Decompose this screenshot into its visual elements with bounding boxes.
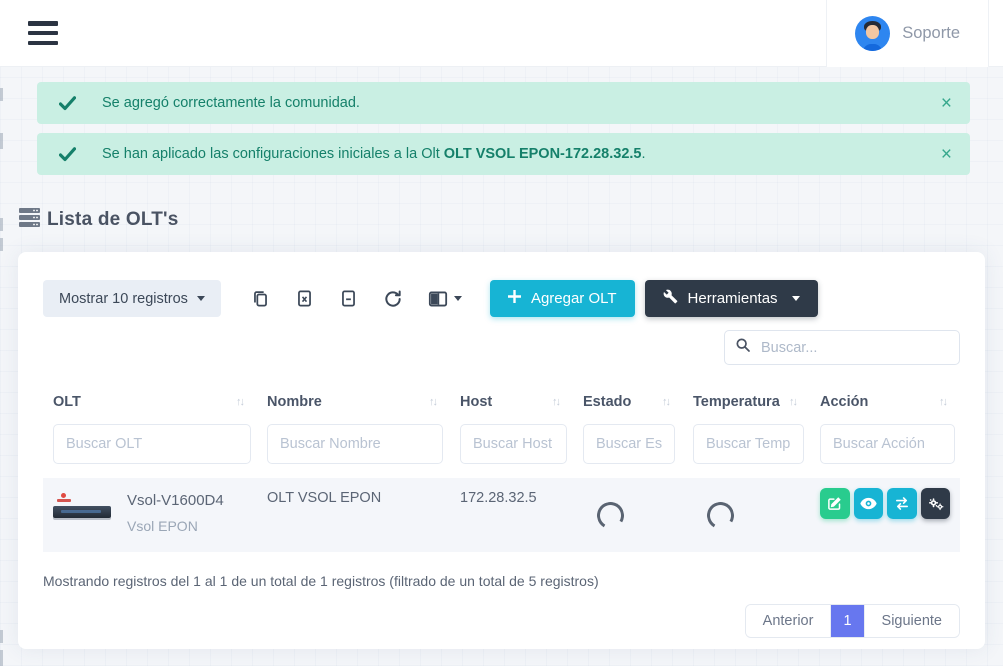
sort-icon: ↑↓: [939, 396, 950, 408]
table-toolbar: Mostrar 10 registros: [43, 280, 960, 317]
olt-table: OLT↑↓ Nombre↑↓ Host↑↓ Estado↑↓ Temperatu…: [43, 386, 960, 552]
sync-button[interactable]: [887, 488, 917, 519]
alert-community-added: Se agregó correctamente la comunidad. ×: [37, 82, 970, 124]
edit-button[interactable]: [820, 488, 850, 519]
avatar: [855, 16, 890, 51]
close-icon[interactable]: ×: [941, 94, 952, 113]
user-menu[interactable]: Soporte: [826, 0, 989, 67]
wrench-icon: [663, 289, 678, 308]
server-stack-icon: [19, 208, 40, 232]
sort-icon: ↑↓: [236, 396, 247, 408]
excel-export-icon[interactable]: [289, 283, 320, 314]
column-header-olt[interactable]: OLT↑↓: [43, 386, 257, 422]
column-header-estado[interactable]: Estado↑↓: [573, 386, 683, 422]
search-input[interactable]: [761, 340, 949, 356]
column-header-temperatura[interactable]: Temperatura↑↓: [683, 386, 810, 422]
search-row: [43, 330, 960, 365]
show-entries-dropdown[interactable]: Mostrar 10 registros: [43, 280, 221, 317]
filter-estado-input[interactable]: [583, 424, 675, 464]
olt-model: Vsol-V1600D4: [127, 490, 224, 509]
pagination-page-1[interactable]: 1: [830, 605, 863, 637]
cell-estado: [573, 478, 683, 552]
column-header-accion[interactable]: Acción↑↓: [810, 386, 960, 422]
settings-gears-icon: [927, 496, 944, 511]
caret-down-icon: [197, 296, 205, 301]
olt-type: Vsol EPON: [127, 518, 224, 534]
caret-down-icon: [792, 296, 800, 301]
sort-icon: ↑↓: [789, 396, 800, 408]
table-row: Vsol-V1600D4 Vsol EPON OLT VSOL EPON 172…: [43, 478, 960, 552]
pagination-next[interactable]: Siguiente: [864, 605, 959, 637]
view-button[interactable]: [854, 488, 884, 519]
olt-device-image: [53, 490, 111, 532]
filter-temperatura-input[interactable]: [693, 424, 804, 464]
alert-message: Se agregó correctamente la comunidad.: [102, 95, 360, 111]
tools-dropdown-button[interactable]: Herramientas: [645, 280, 818, 317]
exchange-arrows-icon: [894, 497, 910, 510]
sort-icon: ↑↓: [429, 396, 440, 408]
sort-icon: ↑↓: [662, 396, 673, 408]
check-icon: [59, 96, 76, 111]
page-title: Lista de OLT's: [47, 209, 179, 231]
cell-nombre: OLT VSOL EPON: [257, 478, 450, 552]
refresh-icon[interactable]: [377, 283, 409, 315]
alerts-container: Se agregó correctamente la comunidad. × …: [37, 82, 970, 175]
background-artifact: [0, 88, 3, 101]
pagination-previous[interactable]: Anterior: [746, 605, 831, 637]
background-artifact: [0, 133, 3, 149]
filter-olt-input[interactable]: [53, 424, 251, 464]
alert-message: Se han aplicado las configuraciones inic…: [102, 146, 646, 162]
pagination: Anterior 1 Siguiente: [745, 604, 960, 638]
table-header-row: OLT↑↓ Nombre↑↓ Host↑↓ Estado↑↓ Temperatu…: [43, 386, 960, 422]
search-box: [724, 330, 960, 365]
page-header: Lista de OLT's: [19, 208, 985, 232]
copy-icon[interactable]: [245, 283, 276, 314]
columns-visibility-icon[interactable]: [422, 284, 468, 314]
background-artifact: [0, 630, 3, 643]
column-header-host[interactable]: Host↑↓: [450, 386, 573, 422]
records-summary: Mostrando registros del 1 al 1 de un tot…: [43, 573, 960, 589]
cell-temperatura: [683, 478, 810, 552]
table-filter-row: [43, 422, 960, 478]
add-olt-button[interactable]: Agregar OLT: [490, 280, 635, 317]
user-name: Soporte: [902, 24, 960, 43]
background-artifact: [0, 238, 3, 251]
olt-list-card: Mostrar 10 registros: [18, 252, 985, 649]
plus-icon: [508, 290, 521, 307]
top-navbar: Soporte: [0, 0, 1003, 67]
background-artifact: [0, 218, 3, 231]
hamburger-menu-icon[interactable]: [28, 21, 58, 45]
column-header-nombre[interactable]: Nombre↑↓: [257, 386, 450, 422]
loading-spinner: [704, 499, 737, 532]
search-icon: [735, 337, 751, 358]
filter-nombre-input[interactable]: [267, 424, 443, 464]
sort-icon: ↑↓: [552, 396, 563, 408]
alert-initial-config: Se han aplicado las configuraciones inic…: [37, 133, 970, 175]
cell-host: 172.28.32.5: [450, 478, 573, 552]
loading-spinner: [594, 499, 627, 532]
filter-host-input[interactable]: [460, 424, 567, 464]
table-footer: Mostrando registros del 1 al 1 de un tot…: [43, 573, 960, 638]
filter-accion-input[interactable]: [820, 424, 955, 464]
cell-accion: [810, 478, 960, 552]
configure-button[interactable]: [921, 488, 951, 519]
background-artifact: [0, 650, 3, 666]
file-export-icon[interactable]: [333, 283, 364, 314]
check-icon: [59, 147, 76, 162]
eye-icon: [860, 497, 877, 510]
caret-down-icon: [454, 296, 462, 301]
edit-icon: [827, 496, 842, 511]
close-icon[interactable]: ×: [941, 145, 952, 164]
